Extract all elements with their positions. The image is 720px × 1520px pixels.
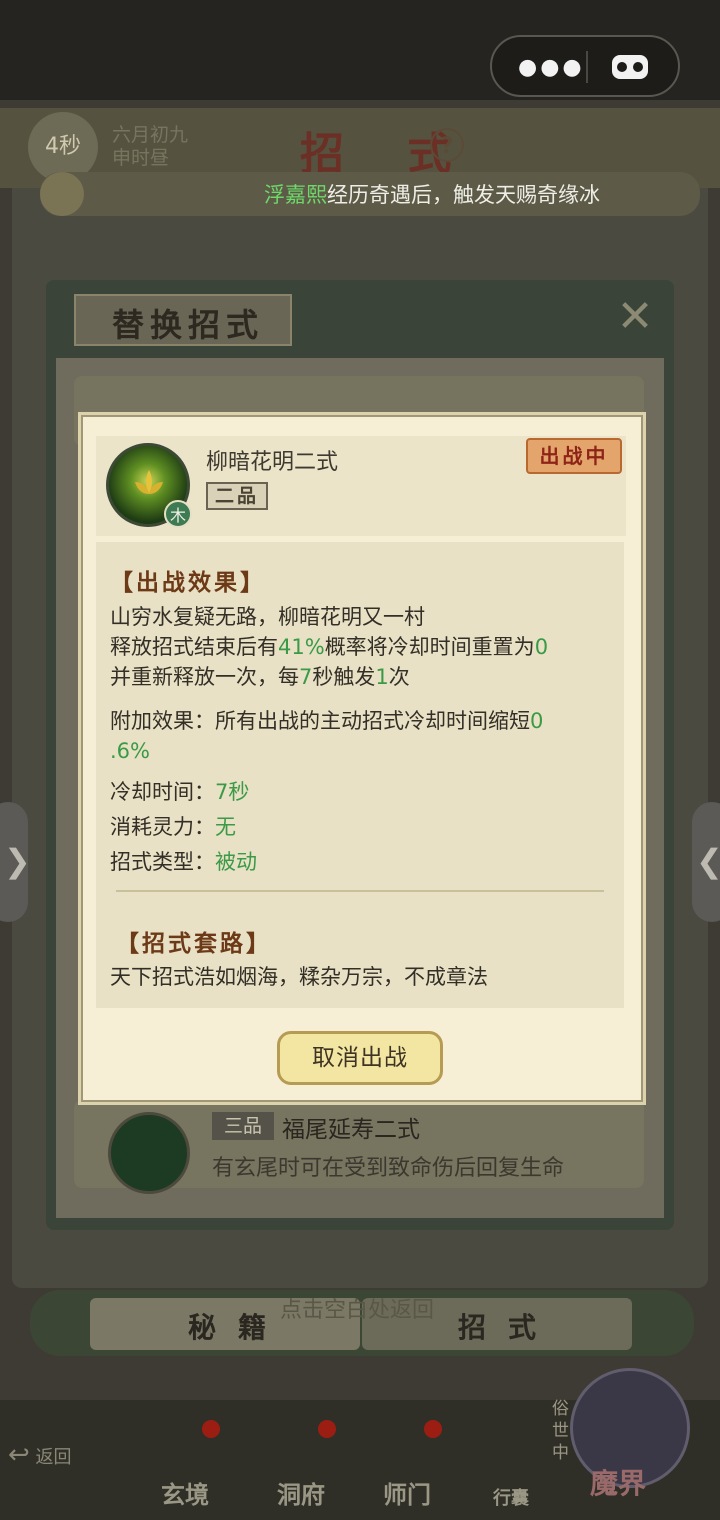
cancel-deploy-button[interactable]: 取消出战 bbox=[277, 1031, 443, 1085]
back-label: 返回 bbox=[35, 1447, 72, 1468]
nav-mystic-realm[interactable]: 玄境 bbox=[140, 1420, 230, 1510]
routine-text: 天下招式浩如烟海，糅杂万宗，不成章法 bbox=[110, 965, 488, 989]
back-arrow-icon: ↩ bbox=[8, 1440, 30, 1470]
effect-line: 山穷水复疑无路，柳暗花明又一村 bbox=[110, 605, 425, 629]
nav-sect[interactable]: 师门 bbox=[362, 1420, 452, 1510]
prev-arrow-icon[interactable]: ❯ bbox=[0, 802, 31, 922]
world-status: 俗世中 bbox=[552, 1399, 569, 1463]
skill-desc: 有玄尾时可在受到致命伤后回复生命 bbox=[212, 1156, 565, 1181]
skill-name: 福尾延寿二式 bbox=[282, 1117, 420, 1143]
nav-inventory[interactable]: 行囊 bbox=[466, 1420, 556, 1510]
lock-icon[interactable] bbox=[40, 172, 84, 216]
grade-tag: 三品 bbox=[212, 1112, 274, 1140]
type-row: 招式类型：被动 bbox=[110, 850, 257, 874]
more-dots-icon[interactable]: ●●● bbox=[518, 55, 585, 80]
nav-label: 师门 bbox=[383, 1481, 431, 1509]
mini-program-capsule: ●●● bbox=[490, 35, 680, 97]
news-ticker: 浮嘉熙经历奇遇后，触发天赐奇缘冰 bbox=[40, 172, 700, 216]
nav-label: 洞府 bbox=[277, 1481, 325, 1509]
effect-section-title: 【出战效果】 bbox=[110, 570, 266, 596]
nav-cave-abode[interactable]: 洞府 bbox=[256, 1420, 346, 1510]
help-icon[interactable]: ? bbox=[430, 128, 464, 162]
close-cross-icon[interactable]: ✕ bbox=[612, 294, 658, 340]
gamepad-icon[interactable] bbox=[610, 51, 650, 83]
skill-icon bbox=[108, 1112, 190, 1194]
section-divider bbox=[116, 890, 604, 892]
status-badge: 出战中 bbox=[526, 438, 622, 474]
nav-label: 玄境 bbox=[161, 1481, 209, 1509]
ticker-player-name: 浮嘉熙 bbox=[264, 183, 327, 207]
world-label: 魔界 bbox=[590, 1467, 647, 1500]
notification-dot bbox=[318, 1420, 336, 1438]
effect-line: 并重新释放一次，每7秒触发1次 bbox=[110, 665, 410, 689]
tab-skills-label: 招式 bbox=[458, 1311, 559, 1344]
grade-tag: 二品 bbox=[206, 482, 268, 510]
bonus-effect-value: .6% bbox=[110, 739, 150, 763]
tap-to-close-hint: 点击空白处返回 bbox=[280, 1298, 435, 1323]
panel-title: 替换招式 bbox=[112, 306, 265, 344]
notification-dot bbox=[202, 1420, 220, 1438]
notification-dot bbox=[424, 1420, 442, 1438]
back-button[interactable]: ↩ 返回 bbox=[8, 1440, 90, 1494]
tab-manuals-label: 秘籍 bbox=[188, 1311, 289, 1344]
time-line: 申时昼 bbox=[112, 147, 170, 169]
ticker-message: 经历奇遇后，触发天赐奇缘冰 bbox=[327, 183, 600, 207]
cooldown-row: 冷却时间：7秒 bbox=[110, 780, 250, 804]
element-badge: 木 bbox=[164, 500, 192, 528]
cost-row: 消耗灵力：无 bbox=[110, 815, 236, 839]
lotus-icon bbox=[135, 470, 163, 494]
effect-line: 释放招式结束后有41%概率将冷却时间重置为0 bbox=[110, 635, 549, 659]
capsule-divider bbox=[586, 51, 588, 83]
skill-name: 柳暗花明二式 bbox=[206, 450, 339, 475]
bonus-effect: 附加效果：所有出战的主动招式冷却时间缩短0 bbox=[110, 709, 544, 733]
nav-label: 行囊 bbox=[493, 1488, 529, 1509]
next-arrow-icon[interactable]: ❮ bbox=[692, 802, 720, 922]
routine-section-title: 【招式套路】 bbox=[116, 931, 272, 957]
